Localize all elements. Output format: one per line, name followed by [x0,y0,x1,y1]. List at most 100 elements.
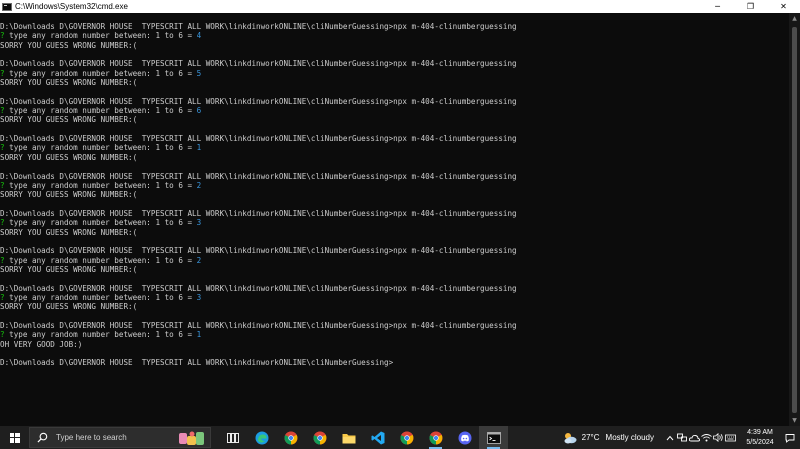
question-text: type any random number between: 1 to 6 = [9,180,197,190]
question-mark: ? [0,106,5,116]
console-output-line: SORRY YOU GUESS WRONG NUMBER:( [0,78,138,88]
console-question-line: ? type any random number between: 1 to 6… [0,143,789,152]
question-answer: 1 [196,330,202,340]
search-placeholder: Type here to search [56,433,127,442]
minimize-button[interactable]: ─ [701,0,734,13]
system-tray: 27°C Mostly cloudy 4:39 AM 5/5/2024 [563,426,800,449]
wifi-icon[interactable] [700,426,712,449]
edge-icon [255,431,269,445]
scrollbar-thumb[interactable] [792,27,797,413]
chevron-up-icon[interactable] [664,426,676,449]
discord-icon [458,431,472,445]
question-text: type any random number between: 1 to 6 = [9,31,197,41]
console-prompt-line: D:\Downloads D\GOVERNOR HOUSE TYPESCRIT … [0,22,517,31]
notification-icon [785,433,795,443]
keyboard-icon[interactable] [724,426,736,449]
console-prompt-line: D:\Downloads D\GOVERNOR HOUSE TYPESCRIT … [0,96,517,106]
taskbar-app-discord[interactable] [450,426,479,449]
taskbar-app-chrome[interactable] [421,426,450,449]
network-icon[interactable] [676,426,688,449]
taskbar-app-file-explorer[interactable] [334,426,363,449]
console-prompt-line: D:\Downloads D\GOVERNOR HOUSE TYPESCRIT … [0,283,517,293]
taskbar: Type here to search 27°C Mostly cloudy 4… [0,426,800,449]
question-mark: ? [0,330,5,340]
clock-date: 5/5/2024 [746,438,774,446]
console-prompt-line: D:\Downloads D\GOVERNOR HOUSE TYPESCRIT … [0,321,517,330]
console-prompt-line: D:\Downloads D\GOVERNOR HOUSE TYPESCRIT … [0,208,517,218]
title-bar[interactable]: C:\Windows\System32\cmd.exe ─ ❐ ✕ [0,0,800,13]
windows-logo-icon [9,432,20,443]
console-question-line: ? type any random number between: 1 to 6… [0,106,789,115]
chrome-icon [429,431,443,445]
question-answer: 6 [196,106,202,116]
task-view-icon [226,432,239,443]
taskbar-app-chrome[interactable] [305,426,334,449]
console-output-line: OH VERY GOOD JOB:) [0,339,83,349]
window-controls: ─ ❐ ✕ [701,0,800,13]
console-output-line: SORRY YOU GUESS WRONG NUMBER:( [0,40,138,50]
question-answer: 5 [196,68,202,78]
console-output-line: SORRY YOU GUESS WRONG NUMBER:( [0,302,138,312]
cloudy-weather-icon [564,432,577,443]
volume-icon[interactable] [712,426,724,449]
chrome-icon [400,431,414,445]
console-output-line: SORRY YOU GUESS WRONG NUMBER:( [0,190,138,200]
start-button[interactable] [0,426,29,449]
question-answer: 3 [196,218,202,228]
question-text: type any random number between: 1 to 6 = [9,330,197,340]
question-text: type any random number between: 1 to 6 = [9,143,197,153]
question-text: type any random number between: 1 to 6 = [9,106,197,116]
console-prompt-line: D:\Downloads D\GOVERNOR HOUSE TYPESCRIT … [0,358,394,368]
taskbar-clock[interactable]: 4:39 AM 5/5/2024 [740,428,780,448]
weather-temp: 27°C [581,433,600,442]
taskbar-app-chrome[interactable] [276,426,305,449]
question-mark: ? [0,143,5,153]
notification-center-button[interactable] [780,426,800,449]
taskbar-app-task-view[interactable] [218,426,247,449]
scroll-down-arrow-icon[interactable]: ▼ [789,415,800,426]
question-text: type any random number between: 1 to 6 = [9,68,197,78]
console-question-line: ? type any random number between: 1 to 6… [0,256,789,265]
console-output-line: SORRY YOU GUESS WRONG NUMBER:( [0,227,138,237]
onedrive-icon[interactable] [688,426,700,449]
file-explorer-icon [342,432,356,444]
console-question-line: ? type any random number between: 1 to 6… [0,293,789,302]
taskbar-search[interactable]: Type here to search [29,427,211,448]
question-text: type any random number between: 1 to 6 = [9,292,197,302]
console-question-line: ? type any random number between: 1 to 6… [0,218,789,227]
vertical-scrollbar[interactable]: ▲ ▼ [789,13,800,426]
taskbar-app-vscode[interactable] [363,426,392,449]
scroll-up-arrow-icon[interactable]: ▲ [789,13,800,24]
console-output-line: SORRY YOU GUESS WRONG NUMBER:( [0,264,138,274]
console-output-line: SORRY YOU GUESS WRONG NUMBER:( [0,115,138,125]
maximize-button[interactable]: ❐ [734,0,767,13]
question-mark: ? [0,31,5,41]
taskbar-app-cmd[interactable] [479,426,508,449]
console-prompt-line: D:\Downloads D\GOVERNOR HOUSE TYPESCRIT … [0,171,517,181]
close-button[interactable]: ✕ [767,0,800,13]
cmd-icon [2,2,12,11]
console-output[interactable]: D:\Downloads D\GOVERNOR HOUSE TYPESCRIT … [0,13,789,426]
weather-widget[interactable]: 27°C Mostly cloudy [563,432,654,444]
question-mark: ? [0,180,5,190]
question-text: type any random number between: 1 to 6 = [9,255,197,265]
console-question-line: ? type any random number between: 1 to 6… [0,69,789,78]
weather-condition: Mostly cloudy [605,433,654,442]
chrome-icon [313,431,327,445]
chrome-icon [284,431,298,445]
search-highlight-icon [179,431,204,445]
taskbar-app-chrome[interactable] [392,426,421,449]
console-prompt-line: D:\Downloads D\GOVERNOR HOUSE TYPESCRIT … [0,59,517,69]
console-output-line: SORRY YOU GUESS WRONG NUMBER:( [0,152,138,162]
taskbar-app-edge[interactable] [247,426,276,449]
question-answer: 2 [196,180,202,190]
